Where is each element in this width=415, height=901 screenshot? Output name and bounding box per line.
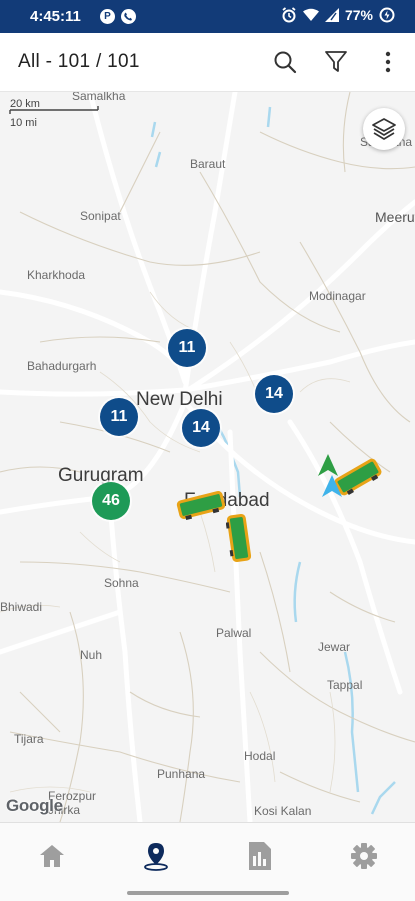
cluster-count: 11 (178, 339, 196, 356)
navigation-arrow-blue-icon[interactable] (322, 475, 342, 497)
place-label: Sohna (104, 576, 139, 590)
place-label: Sonipat (80, 209, 121, 223)
place-label: Palwal (216, 626, 252, 640)
place-label: Tappal (327, 678, 363, 692)
place-label: Punhana (157, 767, 206, 781)
place-label: Baraut (190, 157, 226, 171)
place-label: Tijara (14, 732, 44, 746)
vehicle-cluster[interactable]: 11 (100, 398, 138, 436)
place-label: Meerut (375, 209, 415, 225)
nav-settings[interactable] (344, 839, 384, 873)
app-bar: All - 101 / 101 (0, 33, 415, 92)
status-right-group: 77% (281, 7, 395, 23)
map-view[interactable]: 20 km 10 mi Samalkha Baraut Sardhana Son… (0, 92, 415, 822)
battery-percent: 77% (344, 7, 373, 23)
status-bar: 4:45:11 P 77% (0, 0, 415, 33)
place-label-major: New Delhi (136, 389, 223, 410)
cluster-count: 11 (110, 408, 128, 425)
navigation-arrow-green-icon[interactable] (318, 454, 338, 476)
place-label: Samalkha (72, 92, 126, 103)
more-options-button[interactable] (372, 46, 404, 78)
p-app-icon: P (100, 9, 115, 24)
signal-icon (324, 8, 339, 22)
search-button[interactable] (269, 46, 301, 78)
layers-icon (372, 118, 396, 140)
map-pin-icon (144, 843, 168, 871)
alarm-icon (282, 7, 296, 23)
nav-map[interactable] (136, 839, 176, 873)
vehicle-cluster[interactable]: 14 (182, 409, 220, 447)
place-label: Kosi Kalan (254, 804, 312, 818)
search-icon (274, 51, 297, 74)
vehicle-cluster[interactable]: 11 (168, 329, 206, 367)
bus-icon[interactable] (226, 513, 252, 563)
battery-icon (379, 7, 395, 23)
google-attribution: Google (6, 796, 63, 815)
cluster-count: 14 (265, 385, 283, 402)
place-label: Hodal (244, 749, 276, 763)
map-layers-button[interactable] (363, 108, 405, 150)
bottom-navigation (0, 822, 415, 901)
fleet-count-title: All - 101 / 101 (18, 51, 140, 72)
phone-icon (121, 9, 136, 24)
place-label: Modinagar (309, 289, 366, 303)
status-time: 4:45:11 (30, 8, 81, 25)
place-label: Jewar (318, 640, 351, 654)
nav-reports[interactable] (240, 839, 280, 873)
filter-icon (325, 51, 347, 72)
reports-icon (249, 842, 271, 870)
wifi-icon (302, 8, 319, 21)
place-label: Nuh (80, 648, 103, 662)
vehicle-cluster[interactable]: 46 (92, 482, 130, 520)
gesture-home-bar (127, 891, 289, 895)
place-label: Bhiwadi (0, 600, 43, 614)
more-vert-icon (385, 51, 391, 73)
settings-icon (351, 843, 377, 869)
place-label: Kharkhoda (27, 268, 86, 282)
bus-icon[interactable] (175, 490, 227, 520)
place-label: Bahadurgarh (27, 359, 97, 373)
cluster-count: 46 (102, 492, 120, 509)
cluster-count: 14 (192, 419, 210, 436)
nav-home[interactable] (32, 839, 72, 873)
home-icon (40, 845, 64, 867)
vehicle-cluster[interactable]: 14 (255, 375, 293, 413)
scale-km-label: 20 km (10, 98, 40, 110)
scale-mi-label: 10 mi (10, 117, 37, 129)
filter-button[interactable] (320, 46, 352, 78)
